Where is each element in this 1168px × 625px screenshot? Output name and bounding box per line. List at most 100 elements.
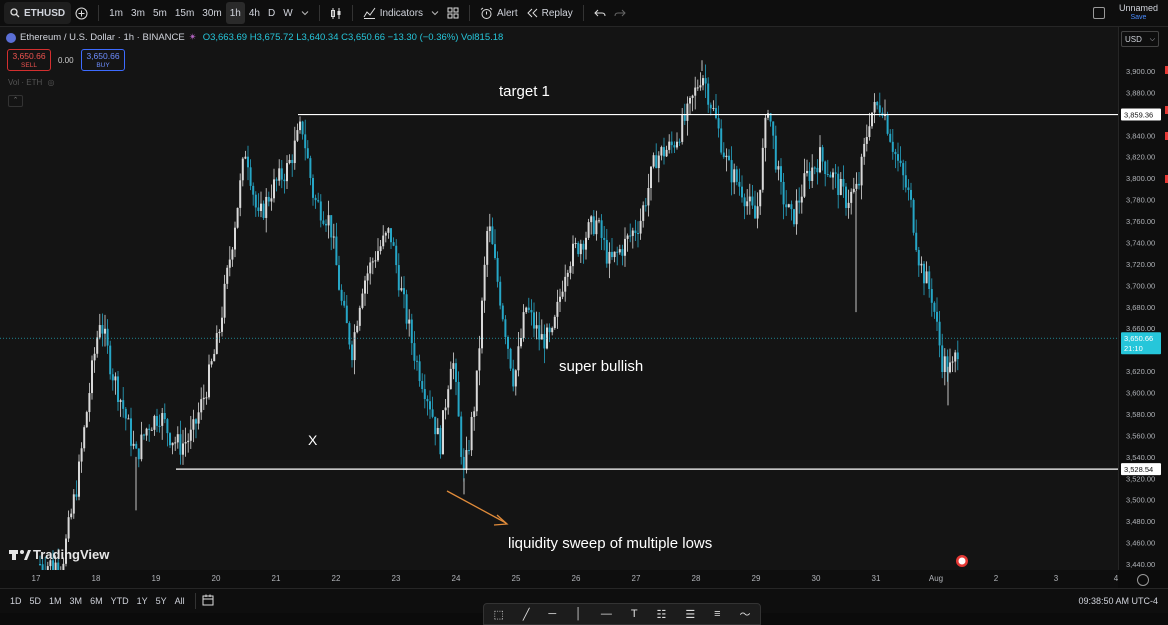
- buy-button[interactable]: 3,650.66 BUY: [81, 49, 125, 71]
- undo-icon: [594, 9, 606, 17]
- range-5y[interactable]: 5Y: [152, 596, 171, 606]
- timeframe-D[interactable]: D: [264, 2, 279, 24]
- rewind-icon: [526, 8, 537, 18]
- range-6m[interactable]: 6M: [86, 596, 107, 606]
- candle-body: [629, 235, 632, 237]
- timeframe-4h[interactable]: 4h: [245, 2, 264, 24]
- range-1d[interactable]: 1D: [6, 596, 26, 606]
- candle-body: [694, 87, 697, 96]
- candle-body: [475, 370, 478, 412]
- candle-body: [488, 226, 491, 232]
- x-annotation[interactable]: X: [308, 432, 318, 448]
- go-to-date-button[interactable]: [202, 594, 214, 608]
- candle-body: [210, 361, 213, 365]
- range-ytd[interactable]: YTD: [107, 596, 133, 606]
- time-tick-label: 18: [92, 574, 101, 583]
- timeframe-5m[interactable]: 5m: [149, 2, 171, 24]
- pattern-tool-icon[interactable]: 〜: [740, 606, 751, 622]
- economic-event-icon: [958, 557, 966, 565]
- candle-body: [637, 232, 639, 234]
- candle-body: [686, 103, 689, 121]
- currency-selector[interactable]: USD ⌵: [1121, 31, 1159, 47]
- undo-button[interactable]: [590, 2, 610, 24]
- layouts-button[interactable]: [443, 2, 463, 24]
- layout-name-button[interactable]: Unnamed Save: [1119, 3, 1158, 23]
- candle-body: [325, 223, 327, 226]
- candle-body: [525, 307, 528, 313]
- timeframe-dropdown[interactable]: [297, 2, 313, 24]
- symbol-search[interactable]: ETHUSD: [4, 2, 72, 24]
- range-1m[interactable]: 1M: [45, 596, 66, 606]
- timeframe-1h[interactable]: 1h: [225, 2, 245, 24]
- eye-off-icon[interactable]: ◎: [47, 78, 54, 87]
- timeframe-30m[interactable]: 30m: [198, 2, 225, 24]
- candle-body: [845, 186, 847, 209]
- candle-body: [345, 305, 348, 324]
- candle-body: [421, 381, 424, 390]
- target-annotation[interactable]: target 1: [499, 83, 550, 100]
- compare-button[interactable]: [71, 2, 92, 24]
- chart-pane[interactable]: target 1 super bullish Xliquidity sweep of…: [0, 27, 1118, 570]
- time-axis[interactable]: 17 18 19 20 21 22 23 24 25 26 27 28 29 30 31 Aug 2 3 4: [0, 570, 1119, 588]
- range-1y[interactable]: 1Y: [133, 596, 152, 606]
- candle-body: [306, 148, 309, 159]
- candle-body: [434, 416, 437, 435]
- arrow-line[interactable]: [446, 490, 507, 524]
- select-tool-icon[interactable]: ⬚: [493, 608, 503, 621]
- tradingview-logo-icon: [20, 550, 24, 554]
- candle-body: [442, 410, 444, 455]
- candle-body: [273, 179, 275, 199]
- redo-button[interactable]: [610, 2, 630, 24]
- fib-tool-icon[interactable]: ≡: [714, 608, 720, 620]
- utc-clock[interactable]: 09:38:50 AM UTC-4: [1078, 596, 1158, 606]
- price-axis[interactable]: 3,900.003,880.003,860.003,840.003,820.00…: [1118, 27, 1168, 570]
- calendar-icon: [202, 594, 214, 606]
- timeframe-1m[interactable]: 1m: [105, 2, 127, 24]
- candle-body: [72, 494, 75, 514]
- candle-body: [98, 325, 101, 338]
- candle-body: [800, 196, 803, 203]
- long-position-icon[interactable]: ☷: [657, 608, 667, 621]
- alert-button[interactable]: Alert: [476, 2, 522, 24]
- candle-body: [257, 207, 260, 212]
- chart-type-button[interactable]: [326, 2, 346, 24]
- fullscreen-checkbox[interactable]: [1092, 7, 1105, 19]
- sell-button[interactable]: 3,650.66 SELL: [7, 49, 51, 71]
- candle-body: [127, 418, 130, 420]
- short-position-icon[interactable]: ☰: [685, 608, 695, 621]
- replay-button[interactable]: Replay: [522, 2, 577, 24]
- candle-body: [54, 562, 57, 570]
- price-tick-label: 3,700.00: [1126, 281, 1155, 290]
- indicators-dropdown[interactable]: [427, 2, 443, 24]
- horizontal-ray-icon[interactable]: ─: [548, 608, 556, 620]
- time-tick-label: 29: [752, 574, 761, 583]
- candle-body: [143, 434, 145, 436]
- timeframe-15m[interactable]: 15m: [171, 2, 198, 24]
- timeframe-3m[interactable]: 3m: [127, 2, 149, 24]
- candle-body: [748, 196, 751, 202]
- text-tool-icon[interactable]: T: [631, 608, 638, 620]
- candle-body: [865, 137, 868, 144]
- indicators-button[interactable]: Indicators: [359, 2, 427, 24]
- range-3m[interactable]: 3M: [66, 596, 87, 606]
- price-tick-label: 3,760.00: [1126, 217, 1155, 226]
- candle-body: [808, 170, 811, 181]
- timeframe-W[interactable]: W: [279, 2, 296, 24]
- candle-body: [75, 494, 78, 497]
- vertical-line-icon[interactable]: │: [575, 608, 582, 620]
- bullish-annotation[interactable]: super bullish: [559, 358, 643, 375]
- settings-gear-icon[interactable]: [1137, 574, 1149, 586]
- trend-line-icon[interactable]: ╱: [523, 608, 530, 621]
- range-all[interactable]: All: [171, 596, 189, 606]
- eye-icon[interactable]: ✴: [189, 32, 197, 43]
- range-5d[interactable]: 5D: [26, 596, 46, 606]
- collapse-legend-button[interactable]: ⌃: [8, 95, 23, 107]
- candle-body: [262, 203, 265, 218]
- price-chart[interactable]: target 1 super bullish Xliquidity sweep of…: [0, 27, 1118, 570]
- sweep-annotation[interactable]: liquidity sweep of multiple lows: [508, 535, 712, 552]
- candle-body: [239, 180, 242, 208]
- candle-body: [189, 429, 192, 441]
- candle-body: [470, 416, 473, 451]
- horizontal-line-icon[interactable]: ―: [601, 608, 612, 620]
- candle-body: [559, 296, 561, 302]
